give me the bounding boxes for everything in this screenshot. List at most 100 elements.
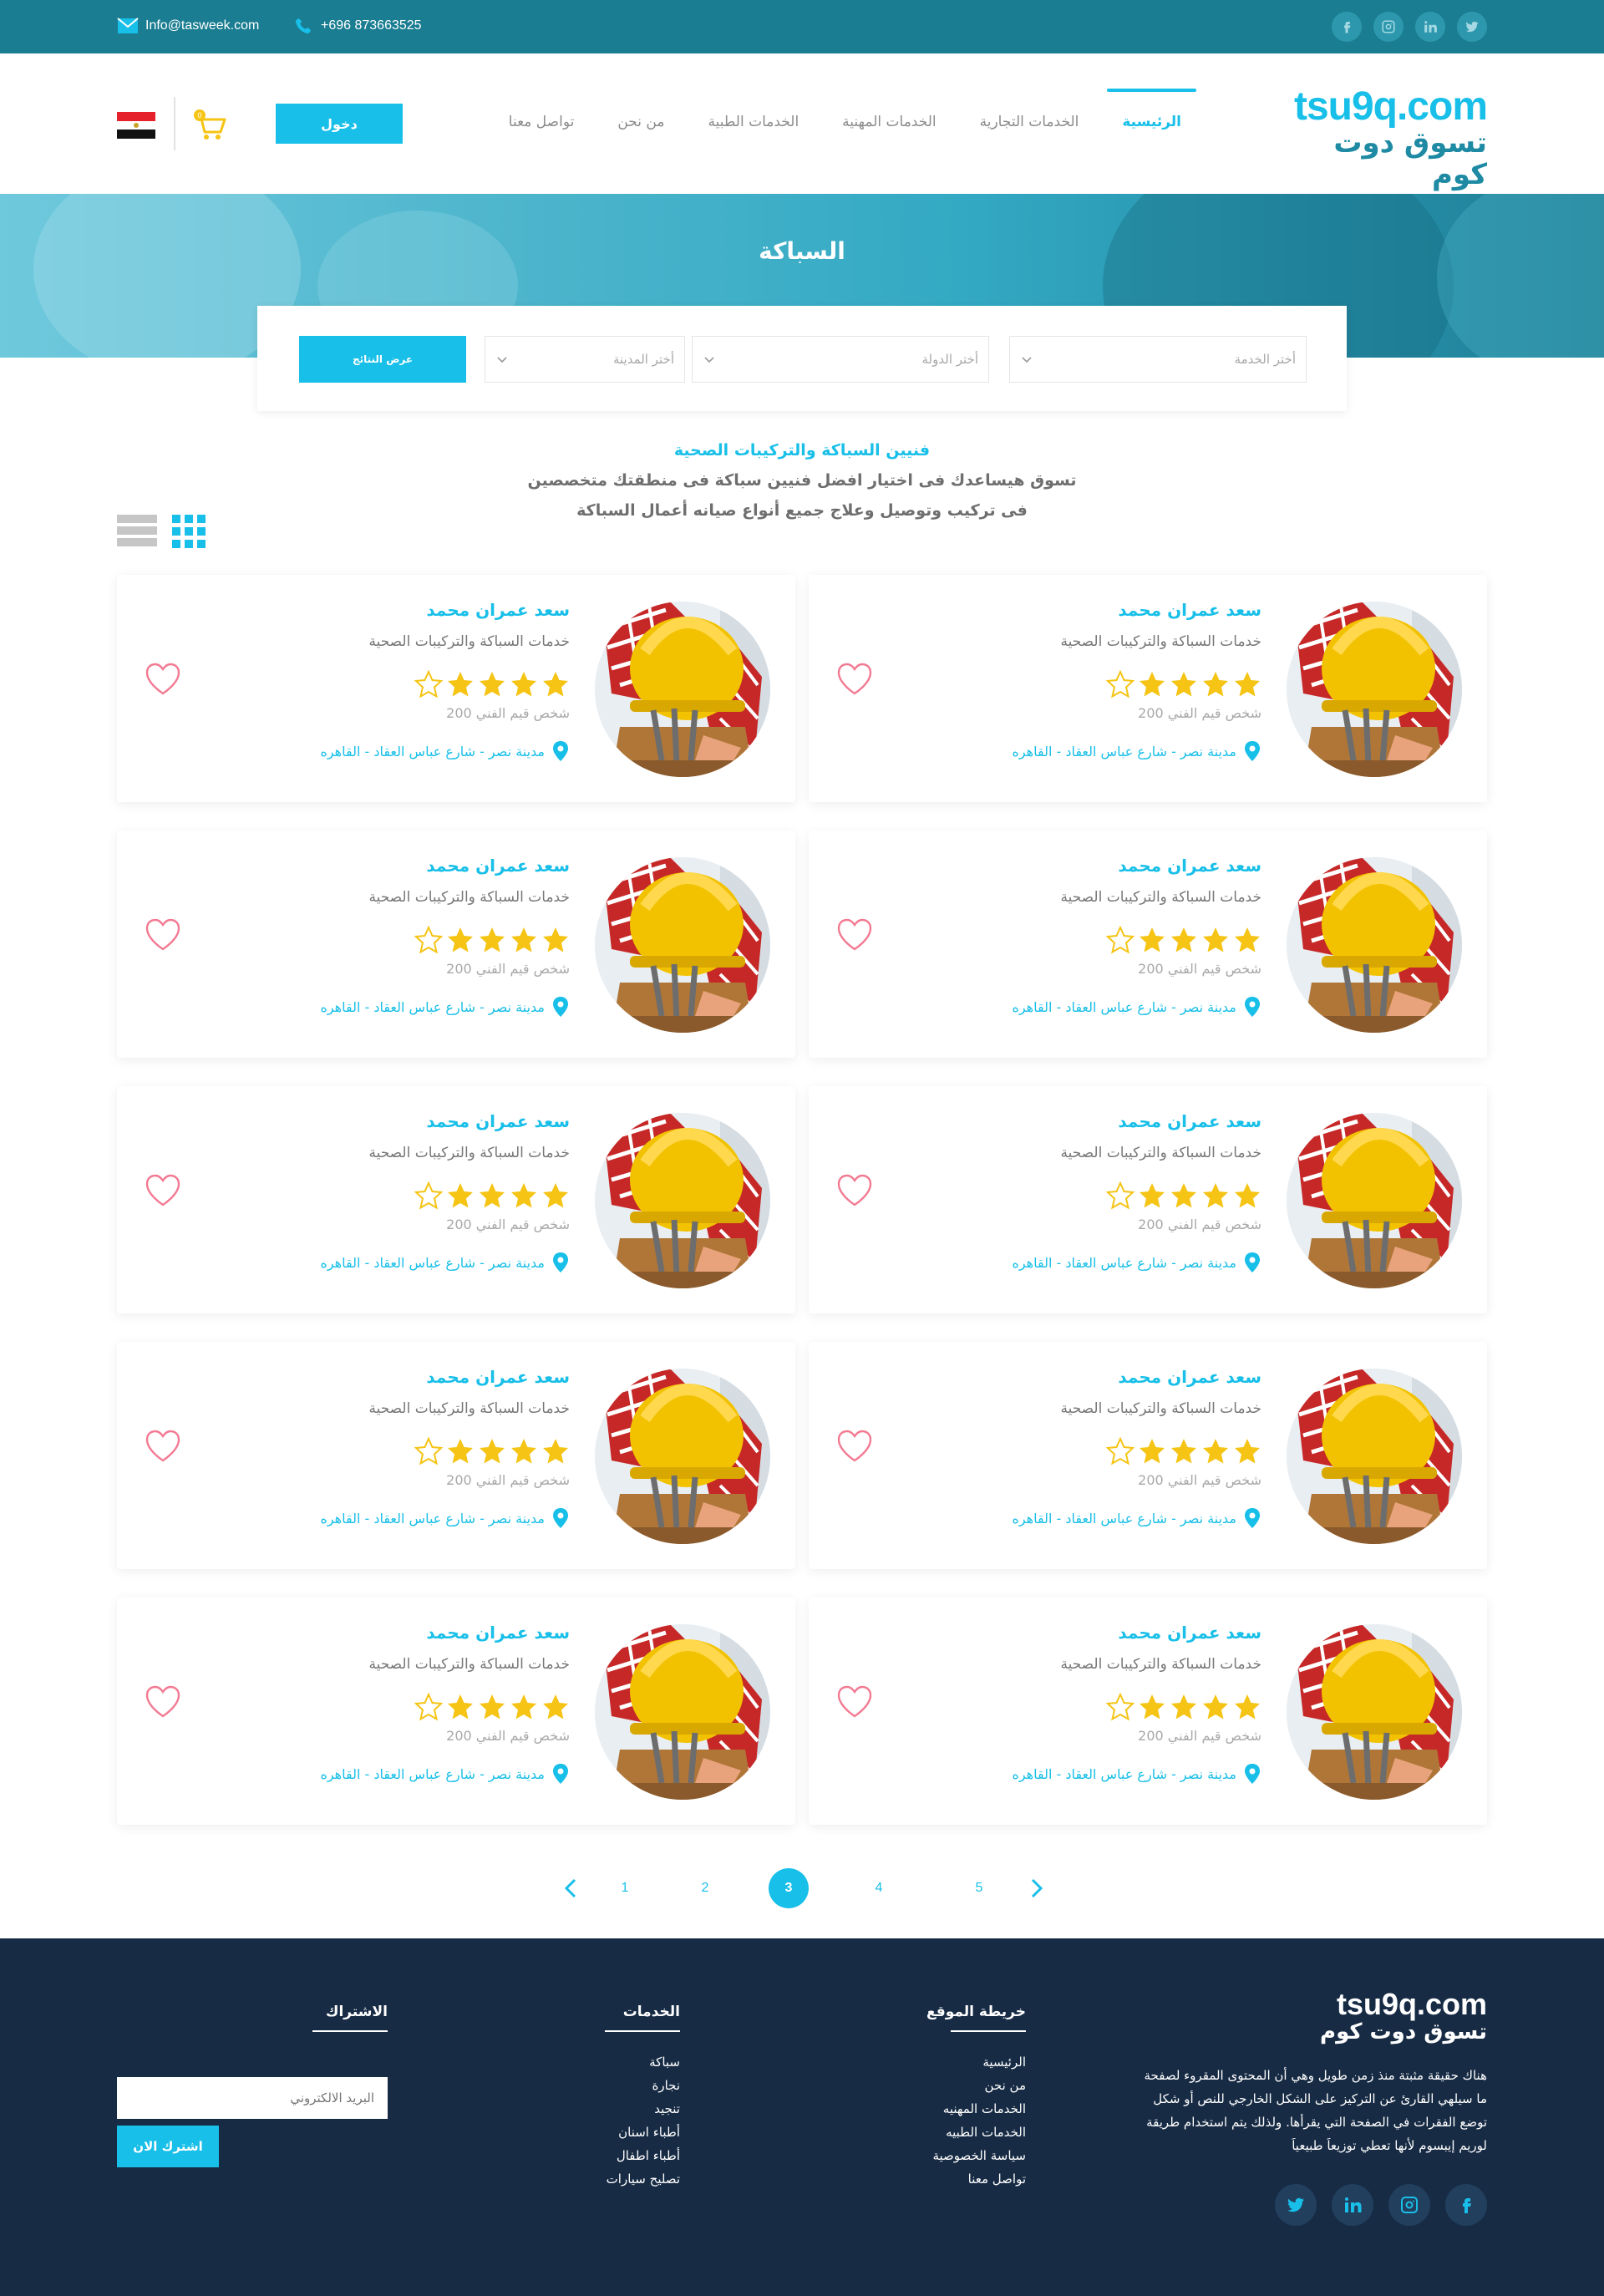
footer-sitemap-link[interactable]: سياسة الخصوصية xyxy=(926,2144,1026,2167)
service-select[interactable]: أختر الخدمة xyxy=(1009,336,1307,383)
rating-stars[interactable] xyxy=(927,670,1261,702)
top-facebook-link[interactable] xyxy=(1332,12,1362,42)
footer-sitemap-link[interactable]: من نحن xyxy=(926,2074,1027,2097)
rating-stars[interactable] xyxy=(927,1693,1261,1725)
footer-twitter-link[interactable] xyxy=(1275,2184,1317,2226)
footer-service-link[interactable]: تصليح سيارات xyxy=(607,2167,680,2191)
technician-card[interactable]: سعد عمران محمد خدمات السباكة والتركيبات … xyxy=(809,1342,1487,1569)
technician-card[interactable]: سعد عمران محمد خدمات السباكة والتركيبات … xyxy=(117,575,795,802)
technician-name[interactable]: سعد عمران محمد xyxy=(927,1111,1261,1140)
star-filled-icon xyxy=(1140,1183,1165,1208)
rating-stars[interactable] xyxy=(236,1693,570,1725)
list-view-icon[interactable] xyxy=(117,515,157,546)
top-instagram-link[interactable] xyxy=(1373,12,1404,42)
technician-name[interactable]: سعد عمران محمد xyxy=(927,600,1261,628)
nav-item-commercial[interactable]: الخدمات التجارية xyxy=(958,114,1101,130)
login-button[interactable]: دخول xyxy=(276,104,403,144)
technician-name[interactable]: سعد عمران محمد xyxy=(927,1623,1261,1651)
technician-card[interactable]: سعد عمران محمد خدمات السباكة والتركيبات … xyxy=(809,1598,1487,1825)
location-text: مدينة نصر - شارع عباس العقاد - القاهره xyxy=(1012,1765,1236,1782)
technician-card[interactable]: سعد عمران محمد خدمات السباكة والتركيبات … xyxy=(809,575,1487,802)
technician-card[interactable]: سعد عمران محمد خدمات السباكة والتركيبات … xyxy=(117,831,795,1058)
nav-item-medical[interactable]: الخدمات الطبية xyxy=(686,114,820,130)
top-twitter-link[interactable] xyxy=(1457,12,1487,42)
footer-facebook-link[interactable] xyxy=(1445,2184,1487,2226)
nav-item-home[interactable]: الرئيسية xyxy=(1100,89,1203,130)
star-empty-icon xyxy=(1106,670,1134,698)
email-contact[interactable]: Info@tasweek.com xyxy=(117,17,259,35)
pagination-page-1[interactable]: 1 xyxy=(605,1868,645,1908)
phone-contact[interactable]: +696 873663525 xyxy=(292,17,422,35)
favorite-heart-icon[interactable] xyxy=(835,1684,874,1719)
technician-card[interactable]: سعد عمران محمد خدمات السباكة والتركيبات … xyxy=(809,1086,1487,1313)
technician-name[interactable]: سعد عمران محمد xyxy=(927,856,1261,884)
footer-service-link[interactable]: نجارة xyxy=(607,2074,680,2097)
footer-linkedin-link[interactable] xyxy=(1332,2184,1373,2226)
rating-stars[interactable] xyxy=(927,1181,1261,1213)
technician-name[interactable]: سعد عمران محمد xyxy=(236,600,570,628)
favorite-heart-icon[interactable] xyxy=(835,1173,874,1208)
plumber-photo-icon xyxy=(595,1113,770,1288)
footer-sitemap-link[interactable]: الخدمات الطبيه xyxy=(926,2121,1026,2144)
footer-sitemap-link[interactable]: تواصل معنا xyxy=(926,2167,1026,2191)
country-select[interactable]: أختر الدولة xyxy=(692,336,989,383)
nav-item-professional[interactable]: الخدمات المهنية xyxy=(820,114,957,130)
egypt-flag-icon[interactable] xyxy=(117,112,155,139)
nav-item-about[interactable]: من نحن xyxy=(596,114,686,130)
site-logo[interactable]: tsu9q.com تسوق دوت كوم xyxy=(1278,87,1488,191)
technician-name[interactable]: سعد عمران محمد xyxy=(236,1623,570,1651)
technician-card[interactable]: سعد عمران محمد خدمات السباكة والتركيبات … xyxy=(117,1598,795,1825)
city-select[interactable]: أختر المدينة xyxy=(485,336,685,383)
top-social-links xyxy=(1332,12,1487,42)
rating-stars[interactable] xyxy=(236,670,570,702)
cart-icon[interactable]: 0 xyxy=(192,109,229,142)
footer-service-link[interactable]: أطباء اسنان xyxy=(607,2121,680,2144)
grid-view-icon[interactable] xyxy=(172,515,206,548)
technician-card[interactable]: سعد عمران محمد خدمات السباكة والتركيبات … xyxy=(117,1086,795,1313)
email-text: Info@tasweek.com xyxy=(145,18,260,33)
technician-name[interactable]: سعد عمران محمد xyxy=(236,1111,570,1140)
star-empty-icon xyxy=(1106,1437,1134,1465)
top-linkedin-link[interactable] xyxy=(1415,12,1445,42)
favorite-heart-icon[interactable] xyxy=(144,917,182,952)
pagination-page-2[interactable]: 2 xyxy=(685,1868,725,1908)
show-results-button[interactable]: عرض النتائج xyxy=(299,336,466,383)
footer-sitemap-link[interactable]: الرئيسية xyxy=(926,2050,1026,2074)
pagination-page-3[interactable]: 3 xyxy=(769,1868,809,1908)
rating-stars[interactable] xyxy=(236,1181,570,1213)
pagination-next-icon[interactable] xyxy=(1024,1877,1048,1900)
favorite-heart-icon[interactable] xyxy=(144,1173,182,1208)
pagination-page-5[interactable]: 5 xyxy=(959,1868,999,1908)
favorite-heart-icon[interactable] xyxy=(144,662,182,697)
subscribe-email-input[interactable] xyxy=(117,2077,388,2119)
favorite-heart-icon[interactable] xyxy=(835,1429,874,1464)
technician-name[interactable]: سعد عمران محمد xyxy=(236,1367,570,1395)
footer-service-link[interactable]: تنجيد xyxy=(607,2097,680,2121)
technician-name[interactable]: سعد عمران محمد xyxy=(927,1367,1261,1395)
technician-card[interactable]: سعد عمران محمد خدمات السباكة والتركيبات … xyxy=(809,831,1487,1058)
pagination-prev-icon[interactable] xyxy=(560,1877,583,1900)
pagination-page-4[interactable]: 4 xyxy=(859,1868,899,1908)
footer-sitemap-link[interactable]: الخدمات المهنيه xyxy=(926,2097,1026,2121)
technician-avatar xyxy=(595,1369,770,1544)
favorite-heart-icon[interactable] xyxy=(835,662,874,697)
favorite-heart-icon[interactable] xyxy=(835,917,874,952)
rating-stars[interactable] xyxy=(927,1437,1261,1469)
rating-count: شخص قيم الفني 200 xyxy=(446,1217,570,1232)
star-filled-icon xyxy=(480,1439,505,1464)
footer-logo[interactable]: tsu9q.com تسوق دوت كوم xyxy=(1287,1989,1487,2045)
favorite-heart-icon[interactable] xyxy=(144,1429,182,1464)
favorite-heart-icon[interactable] xyxy=(144,1684,182,1719)
footer-service-link[interactable]: أطباء اطفال xyxy=(607,2144,680,2167)
footer-service-link[interactable]: سباكة xyxy=(607,2050,680,2074)
technician-card[interactable]: سعد عمران محمد خدمات السباكة والتركيبات … xyxy=(117,1342,795,1569)
rating-stars[interactable] xyxy=(236,1437,570,1469)
rating-stars[interactable] xyxy=(236,926,570,958)
nav-item-contact[interactable]: تواصل معنا xyxy=(487,114,596,130)
subscribe-button[interactable]: اشترك الان xyxy=(117,2126,219,2167)
view-toggle xyxy=(117,515,206,548)
technician-name[interactable]: سعد عمران محمد xyxy=(236,856,570,884)
star-filled-icon xyxy=(1171,1694,1196,1719)
rating-stars[interactable] xyxy=(927,926,1261,958)
footer-instagram-link[interactable] xyxy=(1388,2184,1430,2226)
